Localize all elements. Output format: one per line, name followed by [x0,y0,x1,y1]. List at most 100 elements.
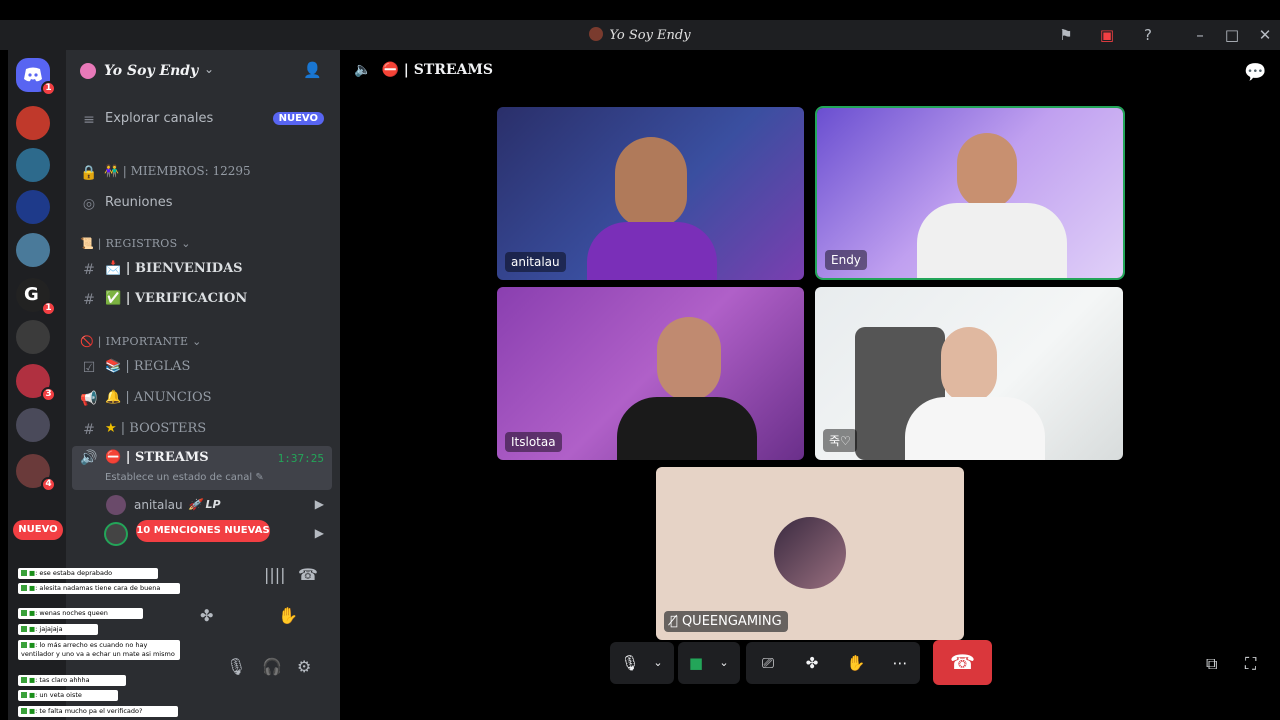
server-item[interactable] [16,408,50,442]
server-item[interactable] [16,320,50,354]
close-icon[interactable]: ✕ [1255,25,1275,45]
chat-message: ■: alesita nadamas tiene cara de buena [18,583,180,594]
video-tile-anitalau[interactable]: anitalau [497,107,804,280]
chevron-down-icon[interactable]: ⌄ [648,653,668,673]
explore-channels[interactable]: ≡ Explorar canales NUEVO [74,106,332,134]
server-item[interactable] [16,233,50,267]
server-icon [589,27,604,41]
video-tile-itslotaa[interactable]: Itslotaa [497,287,804,460]
books-icon: 📚 [105,359,122,374]
disconnect-icon[interactable]: ☎ [298,565,318,584]
soundboard-icon[interactable]: |||| [264,565,286,584]
badge: 1 [41,301,56,316]
soundboard-hand-icon[interactable]: ✋ [846,653,866,673]
participant-face [941,327,997,403]
camera-icon: ▶ [314,526,324,540]
discord-window: Yo Soy Endy ⚑ ▣ ? – □ ✕ 1 G 1 3 4 NUEVO [0,0,1280,720]
participant-face [657,317,721,401]
channel-status[interactable]: Establece un estado de canal ✎ [105,472,264,483]
server-header[interactable]: Yo Soy Endy ⌄ 👤 [66,50,340,94]
camera-icon[interactable]: ■ [686,653,706,673]
scroll-icon: 📜 [80,237,94,250]
voice-user-anitalau[interactable]: anitalau 🚀 LP ▶ [106,494,332,516]
server-name: Yo Soy Endy [104,63,199,79]
microphone-icon[interactable]: 🎙 [620,653,640,673]
hash-icon: # [83,422,95,438]
camera-control-group: ■ ⌄ [678,642,740,684]
no-entry-icon: ⛔ [105,450,122,465]
microphone-icon[interactable]: 🎙 [226,657,246,676]
new-mentions-pill[interactable]: 10 MENCIONES NUEVAS [136,520,270,542]
call-actions-group: ⎚ ✤ ✋ ⋯ [746,642,920,684]
video-tile-endy[interactable]: Endy [817,108,1123,278]
video-tile-user4[interactable]: 죽♡ [815,287,1123,460]
hash-icon: # [83,292,95,308]
voice-speaker-icon: 🔊 [80,450,98,466]
no-entry-icon: 🚫 [80,335,94,348]
chat-message: ■: wenas noches queen [18,608,143,619]
reuniones-channel[interactable]: ◎ Reuniones [74,190,332,218]
server-item[interactable] [16,190,50,224]
video-tile-queengaming[interactable]: 🎙̸ QUEENGAMING [656,467,964,640]
channel-boosters[interactable]: # ★ | BOOSTERS [74,416,332,444]
list-icon: ≡ [83,112,95,128]
lock-icon: 🔒 [80,165,98,181]
members-channel[interactable]: 🔒 👫 | MIEMBROS: 12295 [74,159,332,187]
server-item[interactable]: G 1 [16,278,56,316]
more-options-icon[interactable]: ⋯ [890,653,910,673]
chat-message: ■: lo más arrecho es cuando no hay venti… [18,640,180,660]
invite-icon[interactable]: 👤 [303,61,322,79]
popout-icon[interactable]: ⧉ [1206,654,1217,674]
help-icon[interactable]: ? [1138,25,1158,45]
chevron-down-icon[interactable]: ⌄ [714,653,734,673]
badge: 3 [41,387,56,402]
nuevo-pill[interactable]: NUEVO [13,520,63,540]
channel-verificacion[interactable]: # ✅ | VERIFICACION [74,286,332,314]
voice-call-area: 🔈 ⛔ | STREAMS 💬 anitalau Endy Itslotaa 죽♡… [340,50,1280,720]
no-entry-icon: ⛔ [381,62,399,78]
server-initial: G [24,284,39,305]
category-importante[interactable]: 🚫 | IMPORTANTE ⌄ [80,335,202,348]
server-item[interactable] [16,106,50,140]
chat-message: ■: un veta oiste [18,690,118,701]
settings-gear-icon[interactable]: ⚙ [297,657,311,676]
avatar [106,524,126,544]
server-item[interactable] [16,148,50,182]
minimize-icon[interactable]: – [1190,25,1210,45]
bell-icon: 🔔 [105,390,122,405]
chevron-down-icon: ⌄ [204,62,215,76]
chat-message: ■: tas claro ahhha [18,675,126,686]
inbox-icon[interactable]: ▣ [1097,25,1117,45]
activities-icon[interactable]: ✤ [802,653,822,673]
disconnect-button[interactable]: ☎ [933,640,992,685]
channel-streams[interactable]: 🔊 ⛔ | STREAMS 1:37:25 Establece un estad… [72,446,332,490]
channel-reglas[interactable]: ☑ 📚 | REGLAS [74,354,332,382]
badge: 1 [41,81,56,96]
chat-message: ■: te falta mucho pa el verificado? [18,706,178,717]
maximize-icon[interactable]: □ [1222,25,1242,45]
activities-icon[interactable]: ✤ [200,606,213,625]
avatar [106,495,126,515]
mail-icon: 📩 [105,261,122,276]
screen-share-icon[interactable]: ⎚ [758,653,778,673]
mic-control-group: 🎙 ⌄ [610,642,674,684]
participant-shirt [617,397,757,460]
nuevo-tag: NUEVO [272,112,324,125]
chat-bubble-icon[interactable]: 💬 [1244,62,1266,83]
category-registros[interactable]: 📜 | REGISTROS ⌄ [80,237,191,250]
soundboard-hand-icon[interactable]: ✋ [278,606,298,625]
megaphone-icon: 📢 [80,391,98,407]
server-item[interactable]: 4 [16,454,56,492]
fullscreen-icon[interactable]: ⛶ [1245,654,1256,674]
channel-bienvenidas[interactable]: # 📩 | BIENVENIDAS [74,256,332,284]
participant-face [615,137,687,227]
avatar [774,517,846,589]
discord-home-icon[interactable]: 1 [16,58,56,96]
server-badge-icon [80,63,96,79]
channel-anuncios[interactable]: 📢 🔔 | ANUNCIOS [74,385,332,413]
stage-icon: ◎ [82,196,96,212]
chat-message: ■: jajajaja [18,624,98,635]
server-item[interactable]: 3 [16,364,56,402]
flag-icon[interactable]: ⚑ [1056,25,1076,45]
headphones-icon[interactable]: 🎧 [262,657,282,676]
